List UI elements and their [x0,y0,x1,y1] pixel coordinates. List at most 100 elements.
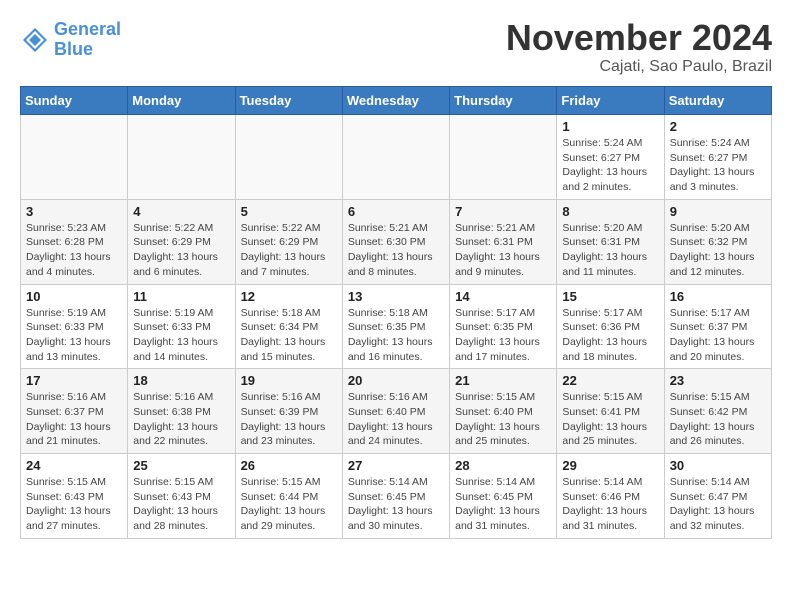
calendar-cell: 17 Sunrise: 5:16 AM Sunset: 6:37 PM Dayli… [21,369,128,454]
day-info: Sunrise: 5:15 AM Sunset: 6:43 PM Dayligh… [26,475,122,534]
day-number: 24 [26,458,122,473]
day-info: Sunrise: 5:14 AM Sunset: 6:45 PM Dayligh… [348,475,444,534]
day-number: 28 [455,458,551,473]
day-number: 30 [670,458,766,473]
logo-line1: General [54,19,121,39]
calendar-cell: 24 Sunrise: 5:15 AM Sunset: 6:43 PM Dayli… [21,454,128,539]
day-number: 23 [670,373,766,388]
calendar-table: Sunday Monday Tuesday Wednesday Thursday… [20,86,772,539]
day-info: Sunrise: 5:19 AM Sunset: 6:33 PM Dayligh… [133,306,229,365]
title-block: November 2024 Cajati, Sao Paulo, Brazil [506,20,772,76]
day-number: 21 [455,373,551,388]
day-number: 27 [348,458,444,473]
day-info: Sunrise: 5:21 AM Sunset: 6:30 PM Dayligh… [348,221,444,280]
calendar-cell: 20 Sunrise: 5:16 AM Sunset: 6:40 PM Dayli… [342,369,449,454]
month-title: November 2024 [506,20,772,56]
day-number: 29 [562,458,658,473]
day-number: 10 [26,289,122,304]
calendar-cell: 22Sunrise: 5:15 AM Sunset: 6:41 PM Dayli… [557,369,664,454]
day-number: 4 [133,204,229,219]
week-row-1: 1 Sunrise: 5:24 AM Sunset: 6:27 PM Daylig… [21,115,772,200]
day-info: Sunrise: 5:24 AM Sunset: 6:27 PM Dayligh… [670,136,766,195]
calendar-cell: 7Sunrise: 5:21 AM Sunset: 6:31 PM Daylig… [450,199,557,284]
day-number: 15 [562,289,658,304]
calendar-cell: 6Sunrise: 5:21 AM Sunset: 6:30 PM Daylig… [342,199,449,284]
day-number: 20 [348,373,444,388]
calendar-cell: 13 Sunrise: 5:18 AM Sunset: 6:35 PM Dayli… [342,284,449,369]
day-info: Sunrise: 5:15 AM Sunset: 6:42 PM Dayligh… [670,390,766,449]
calendar-cell: 18Sunrise: 5:16 AM Sunset: 6:38 PM Dayli… [128,369,235,454]
calendar-cell: 5 Sunrise: 5:22 AM Sunset: 6:29 PM Daylig… [235,199,342,284]
day-number: 17 [26,373,122,388]
calendar-cell: 4Sunrise: 5:22 AM Sunset: 6:29 PM Daylig… [128,199,235,284]
day-number: 3 [26,204,122,219]
calendar-cell [235,115,342,200]
day-number: 5 [241,204,337,219]
day-number: 22 [562,373,658,388]
day-number: 18 [133,373,229,388]
day-number: 13 [348,289,444,304]
day-number: 19 [241,373,337,388]
week-row-4: 17 Sunrise: 5:16 AM Sunset: 6:37 PM Dayli… [21,369,772,454]
calendar-cell: 30 Sunrise: 5:14 AM Sunset: 6:47 PM Dayli… [664,454,771,539]
calendar-cell: 1 Sunrise: 5:24 AM Sunset: 6:27 PM Daylig… [557,115,664,200]
day-number: 26 [241,458,337,473]
calendar-cell: 8Sunrise: 5:20 AM Sunset: 6:31 PM Daylig… [557,199,664,284]
day-number: 8 [562,204,658,219]
day-info: Sunrise: 5:16 AM Sunset: 6:39 PM Dayligh… [241,390,337,449]
day-info: Sunrise: 5:24 AM Sunset: 6:27 PM Dayligh… [562,136,658,195]
calendar-cell: 28Sunrise: 5:14 AM Sunset: 6:45 PM Dayli… [450,454,557,539]
logo: General Blue [20,20,121,60]
calendar-cell: 15 Sunrise: 5:17 AM Sunset: 6:36 PM Dayli… [557,284,664,369]
day-info: Sunrise: 5:15 AM Sunset: 6:40 PM Dayligh… [455,390,551,449]
day-info: Sunrise: 5:14 AM Sunset: 6:46 PM Dayligh… [562,475,658,534]
day-info: Sunrise: 5:17 AM Sunset: 6:37 PM Dayligh… [670,306,766,365]
week-row-2: 3Sunrise: 5:23 AM Sunset: 6:28 PM Daylig… [21,199,772,284]
calendar-cell: 14 Sunrise: 5:17 AM Sunset: 6:35 PM Dayli… [450,284,557,369]
day-number: 9 [670,204,766,219]
calendar-header-row: Sunday Monday Tuesday Wednesday Thursday… [21,87,772,115]
day-info: Sunrise: 5:21 AM Sunset: 6:31 PM Dayligh… [455,221,551,280]
day-number: 25 [133,458,229,473]
logo-line2: Blue [54,39,93,59]
col-monday: Monday [128,87,235,115]
logo-text: General Blue [54,20,121,60]
calendar-cell: 25 Sunrise: 5:15 AM Sunset: 6:43 PM Dayli… [128,454,235,539]
calendar-cell: 3Sunrise: 5:23 AM Sunset: 6:28 PM Daylig… [21,199,128,284]
calendar-cell [21,115,128,200]
day-info: Sunrise: 5:14 AM Sunset: 6:47 PM Dayligh… [670,475,766,534]
col-thursday: Thursday [450,87,557,115]
day-number: 11 [133,289,229,304]
calendar-cell [128,115,235,200]
col-saturday: Saturday [664,87,771,115]
day-info: Sunrise: 5:18 AM Sunset: 6:35 PM Dayligh… [348,306,444,365]
page-header: General Blue November 2024 Cajati, Sao P… [20,20,772,76]
day-number: 12 [241,289,337,304]
col-sunday: Sunday [21,87,128,115]
day-info: Sunrise: 5:17 AM Sunset: 6:36 PM Dayligh… [562,306,658,365]
calendar-cell [450,115,557,200]
day-info: Sunrise: 5:16 AM Sunset: 6:37 PM Dayligh… [26,390,122,449]
logo-icon [20,25,50,55]
day-info: Sunrise: 5:15 AM Sunset: 6:43 PM Dayligh… [133,475,229,534]
day-number: 1 [562,119,658,134]
col-friday: Friday [557,87,664,115]
day-info: Sunrise: 5:17 AM Sunset: 6:35 PM Dayligh… [455,306,551,365]
day-info: Sunrise: 5:22 AM Sunset: 6:29 PM Dayligh… [241,221,337,280]
calendar-cell: 21 Sunrise: 5:15 AM Sunset: 6:40 PM Dayli… [450,369,557,454]
calendar-cell: 2Sunrise: 5:24 AM Sunset: 6:27 PM Daylig… [664,115,771,200]
day-info: Sunrise: 5:19 AM Sunset: 6:33 PM Dayligh… [26,306,122,365]
calendar-cell: 29 Sunrise: 5:14 AM Sunset: 6:46 PM Dayli… [557,454,664,539]
col-wednesday: Wednesday [342,87,449,115]
calendar-cell: 23 Sunrise: 5:15 AM Sunset: 6:42 PM Dayli… [664,369,771,454]
day-info: Sunrise: 5:16 AM Sunset: 6:40 PM Dayligh… [348,390,444,449]
week-row-5: 24 Sunrise: 5:15 AM Sunset: 6:43 PM Dayli… [21,454,772,539]
location: Cajati, Sao Paulo, Brazil [506,58,772,76]
calendar-cell: 16 Sunrise: 5:17 AM Sunset: 6:37 PM Dayli… [664,284,771,369]
calendar-cell: 11 Sunrise: 5:19 AM Sunset: 6:33 PM Dayli… [128,284,235,369]
day-number: 16 [670,289,766,304]
calendar-cell: 27 Sunrise: 5:14 AM Sunset: 6:45 PM Dayli… [342,454,449,539]
day-number: 14 [455,289,551,304]
day-info: Sunrise: 5:15 AM Sunset: 6:44 PM Dayligh… [241,475,337,534]
calendar-cell: 10 Sunrise: 5:19 AM Sunset: 6:33 PM Dayli… [21,284,128,369]
